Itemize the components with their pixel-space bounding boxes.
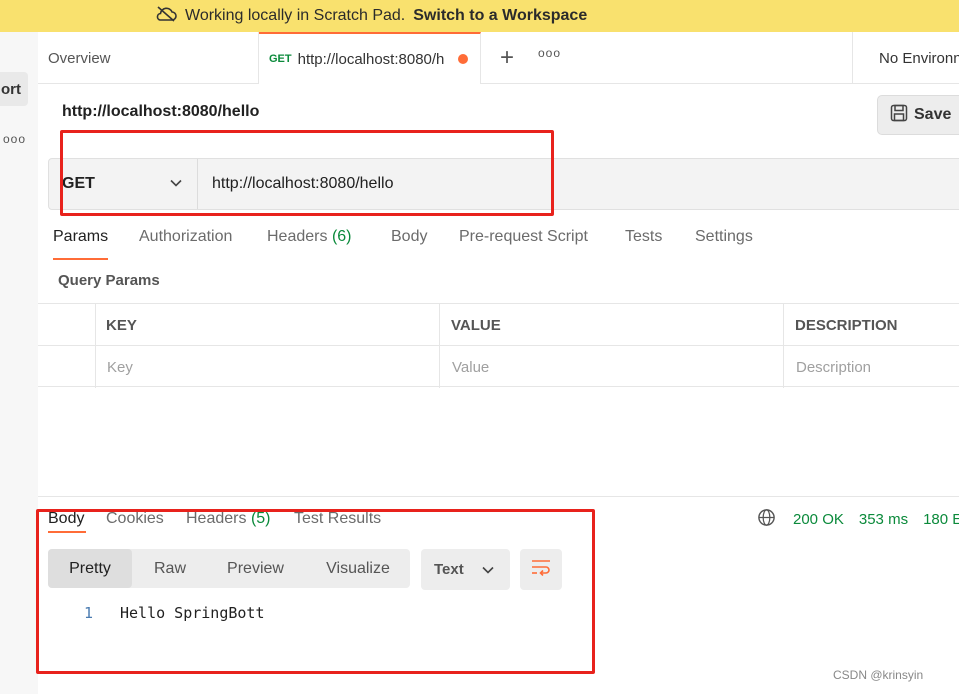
save-icon xyxy=(890,104,908,127)
response-status: 200 OK 353 ms 180 E xyxy=(757,508,959,530)
left-sidebar: ort ooo xyxy=(0,32,38,694)
globe-icon[interactable] xyxy=(757,508,776,531)
request-title: http://localhost:8080/hello xyxy=(62,103,260,120)
active-tab-indicator xyxy=(53,258,108,260)
tab-headers-label: Headers xyxy=(267,228,328,245)
tab-url: http://localhost:8080/h xyxy=(297,50,445,68)
annotation-box xyxy=(60,130,554,216)
divider xyxy=(852,32,853,84)
import-button[interactable]: ort xyxy=(0,72,28,106)
column-header-key: KEY xyxy=(106,316,137,334)
response-time[interactable]: 353 ms xyxy=(859,511,908,528)
status-code[interactable]: 200 OK xyxy=(793,511,844,528)
column-header-value: VALUE xyxy=(451,316,501,334)
divider xyxy=(95,303,96,388)
tab-overview-label: Overview xyxy=(48,49,111,67)
save-button[interactable]: Save xyxy=(877,95,959,135)
switch-workspace-link[interactable]: Switch to a Workspace xyxy=(413,7,587,25)
tab-bar: Overview GET http://localhost:8080/h + o… xyxy=(38,32,959,84)
ellipsis-icon[interactable]: ooo xyxy=(3,132,26,146)
annotation-box xyxy=(36,509,595,674)
unsaved-dot-icon xyxy=(457,54,468,64)
pane-divider[interactable] xyxy=(38,496,959,497)
description-input[interactable]: Description xyxy=(796,346,959,388)
tab-params[interactable]: Params xyxy=(53,228,108,246)
ellipsis-icon[interactable]: ooo xyxy=(538,46,561,60)
watermark: CSDN @krinsyin xyxy=(833,668,924,682)
response-size[interactable]: 180 E xyxy=(923,511,959,528)
headers-count: (6) xyxy=(331,228,352,245)
query-params-title: Query Params xyxy=(58,272,160,289)
banner-message: Working locally in Scratch Pad. xyxy=(185,7,406,24)
tab-authorization[interactable]: Authorization xyxy=(139,228,232,246)
tab-overview[interactable]: Overview xyxy=(38,32,259,84)
table-header-row: KEY VALUE DESCRIPTION xyxy=(38,303,959,345)
plus-icon[interactable]: + xyxy=(494,43,520,73)
save-label: Save xyxy=(914,106,952,123)
value-input[interactable]: Value xyxy=(452,346,782,388)
cloud-off-icon xyxy=(155,5,177,27)
divider xyxy=(783,303,784,388)
tab-headers[interactable]: Headers (6) xyxy=(267,228,352,246)
tab-tests[interactable]: Tests xyxy=(625,228,662,246)
environment-selector[interactable]: No Environn xyxy=(879,32,959,84)
tab-settings[interactable]: Settings xyxy=(695,228,753,246)
query-params-table: KEY VALUE DESCRIPTION Key Value Descript… xyxy=(38,303,959,388)
tab-method: GET xyxy=(269,53,292,65)
tab-request[interactable]: GET http://localhost:8080/h xyxy=(259,32,481,84)
table-row: Key Value Description xyxy=(38,345,959,387)
tab-prerequest-script[interactable]: Pre-request Script xyxy=(459,228,588,246)
divider xyxy=(439,303,440,388)
key-input[interactable]: Key xyxy=(107,346,437,388)
scratch-pad-banner: Working locally in Scratch Pad. Switch t… xyxy=(0,0,959,32)
column-header-description: DESCRIPTION xyxy=(795,316,898,334)
tab-body[interactable]: Body xyxy=(391,228,427,246)
